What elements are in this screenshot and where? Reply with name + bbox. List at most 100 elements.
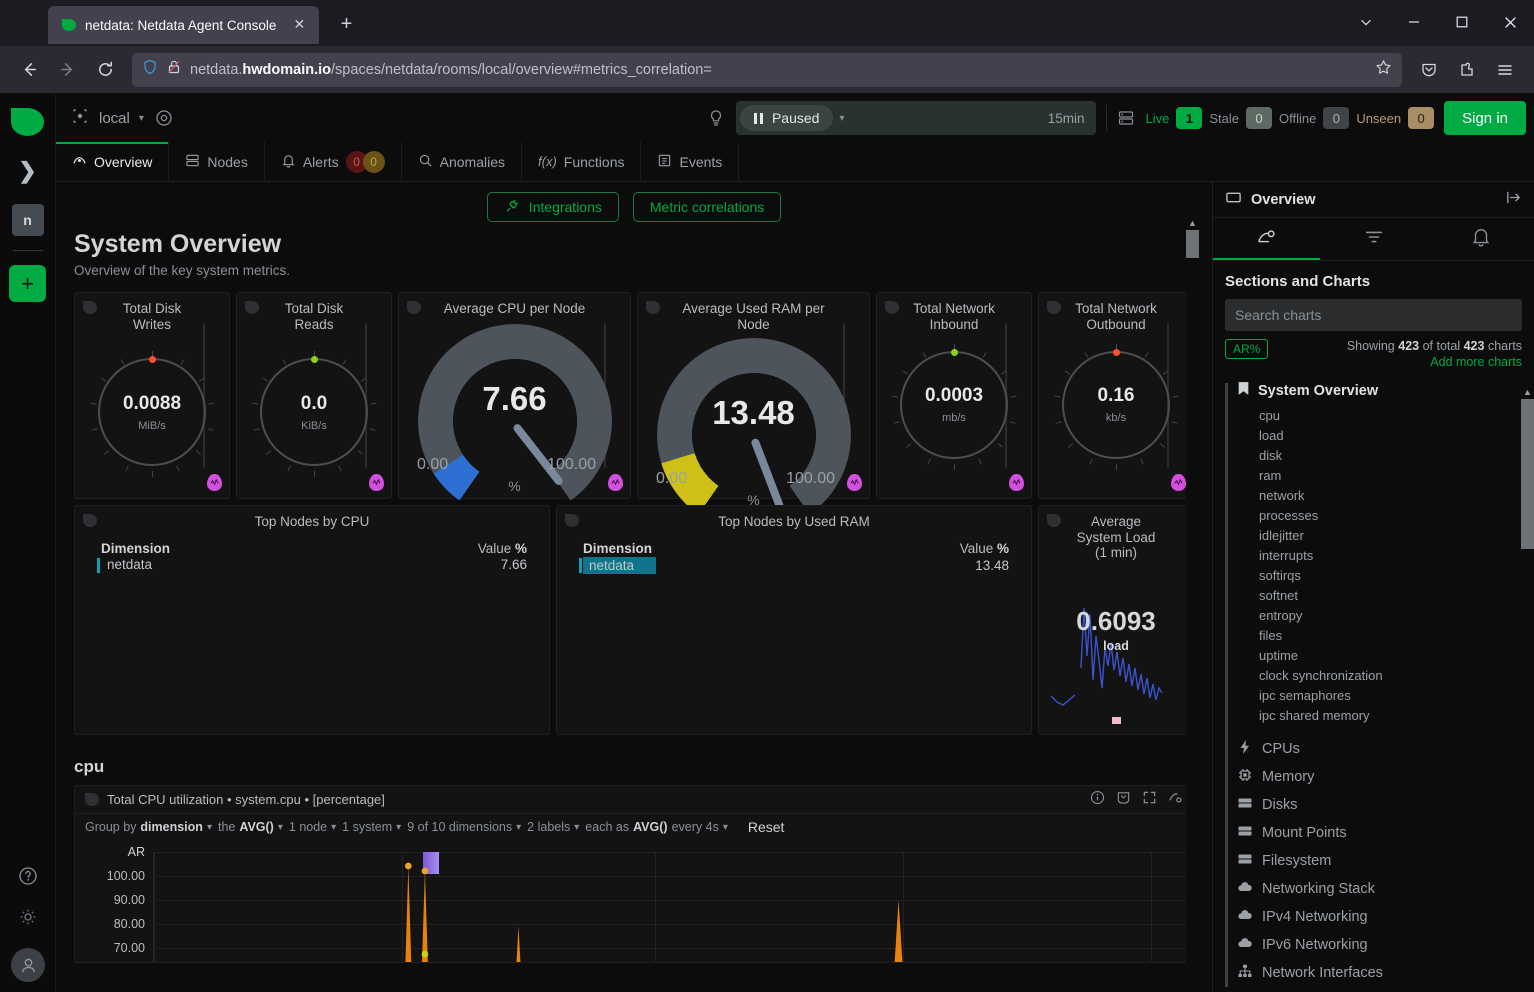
node-status-count[interactable]: 0 (1323, 107, 1349, 129)
metric-correlations-button[interactable]: Metric correlations (633, 192, 781, 222)
dimension-name[interactable]: netdata (583, 557, 656, 574)
tab-nodes[interactable]: Nodes (169, 142, 264, 181)
tree-category-network-interfaces[interactable]: Network Interfaces (1237, 959, 1522, 987)
table-row[interactable]: netdata 13.48 (561, 556, 1027, 574)
extensions-icon[interactable] (1448, 53, 1486, 87)
add-space-button[interactable]: + (9, 265, 46, 302)
time-range-label[interactable]: 15min (1048, 111, 1089, 126)
cpu-plot-area[interactable]: AR 100.00 90.00 80.00 70.00 (75, 840, 1193, 962)
tree-item-interrupts[interactable]: interrupts (1237, 545, 1522, 565)
tree-category-cpus[interactable]: CPUs (1237, 735, 1522, 763)
tree-group-system-overview[interactable]: System Overview (1237, 381, 1522, 400)
tree-item-softnet[interactable]: softnet (1237, 585, 1522, 605)
close-tab-icon[interactable]: ✕ (289, 15, 309, 35)
sign-in-button[interactable]: Sign in (1444, 101, 1526, 135)
tab-alerts[interactable]: Alerts 0 0 (265, 142, 402, 181)
netdata-badge-icon[interactable] (369, 474, 384, 491)
fullscreen-icon[interactable] (1142, 790, 1157, 810)
tree-item-uptime[interactable]: uptime (1237, 645, 1522, 665)
browser-tab[interactable]: netdata: Netdata Agent Console ✕ (48, 6, 319, 44)
tree-item-softirqs[interactable]: softirqs (1237, 565, 1522, 585)
help-icon[interactable] (18, 866, 38, 891)
add-more-charts-link[interactable]: Add more charts (1347, 355, 1522, 369)
tree-item-ipc-shared-memory[interactable]: ipc shared memory (1237, 705, 1522, 725)
gauge-card-total-disk-writes[interactable]: Total Disk Writes (74, 292, 230, 499)
tab-overview[interactable]: Overview (56, 142, 169, 181)
nodes-filter-control[interactable]: 1 node ▾ (289, 820, 336, 834)
pause-toggle-button[interactable]: Paused (740, 105, 833, 131)
scroll-up-arrow-icon[interactable]: ▲ (1521, 385, 1534, 399)
space-button-netdata[interactable]: n (12, 204, 44, 236)
reload-button[interactable] (86, 53, 124, 87)
tree-category-filesystem[interactable]: Filesystem (1237, 847, 1522, 875)
chart-type-icon[interactable] (1168, 790, 1183, 810)
search-charts-input[interactable] (1225, 299, 1522, 331)
tree-item-ipc-semaphores[interactable]: ipc semaphores (1237, 685, 1522, 705)
tree-category-disks[interactable]: Disks (1237, 791, 1522, 819)
tree-category-ipv6-networking[interactable]: IPv6 Networking (1237, 931, 1522, 959)
right-panel-scrollbar[interactable]: ▲ (1521, 385, 1534, 992)
netdata-badge-icon[interactable] (1009, 474, 1024, 491)
netdata-badge-icon[interactable] (847, 474, 862, 491)
tree-item-entropy[interactable]: entropy (1237, 605, 1522, 625)
room-picker[interactable]: local ▾ (70, 106, 144, 131)
netdata-badge-icon[interactable] (1171, 474, 1186, 491)
dashboard-scrollbar[interactable]: ▲ (1186, 216, 1199, 992)
tree-item-load[interactable]: load (1237, 425, 1522, 445)
systems-filter-control[interactable]: 1 system ▾ (342, 820, 401, 834)
load-legend-swatch[interactable] (1112, 717, 1121, 724)
time-player[interactable]: Paused ▾ 15min (736, 101, 1096, 135)
new-tab-button[interactable]: + (333, 12, 359, 38)
gauge-card-average-used-ram-per-node[interactable]: Average Used RAM per Node 13.48 % 0.00 1… (637, 292, 870, 499)
room-settings-icon[interactable] (154, 108, 174, 128)
info-icon[interactable] (1090, 790, 1105, 810)
tree-item-ram[interactable]: ram (1237, 465, 1522, 485)
tab-list-chevron-icon[interactable] (1342, 6, 1390, 38)
labels-filter-control[interactable]: 2 labels ▾ (527, 820, 579, 834)
scrollbar-thumb[interactable] (1186, 230, 1199, 258)
scrollbar-thumb[interactable] (1521, 399, 1534, 549)
tree-item-idlejitter[interactable]: idlejitter (1237, 525, 1522, 545)
tree-item-network[interactable]: network (1237, 485, 1522, 505)
gauge-card-total-network-inbound[interactable]: Total Network Inbound (876, 292, 1032, 499)
integrations-button[interactable]: Integrations (487, 192, 619, 222)
right-tab-charts[interactable] (1213, 218, 1320, 260)
play-options-chevron-icon[interactable]: ▾ (839, 113, 844, 124)
scroll-up-arrow-icon[interactable]: ▲ (1186, 216, 1199, 230)
netdata-badge-icon[interactable] (207, 474, 222, 491)
address-bar[interactable]: netdata.hwdomain.io/spaces/netdata/rooms… (132, 53, 1402, 87)
pocket-save-icon[interactable] (1410, 53, 1448, 87)
forward-button[interactable] (48, 53, 86, 87)
gauge-card-total-network-outbound[interactable]: Total Network Outbound (1038, 292, 1194, 499)
right-tab-filters[interactable] (1320, 218, 1427, 260)
netdata-badge-icon[interactable] (608, 474, 623, 491)
maximize-window-icon[interactable] (1438, 6, 1486, 38)
tree-item-files[interactable]: files (1237, 625, 1522, 645)
tab-anomalies[interactable]: Anomalies (402, 142, 522, 181)
node-status-count[interactable]: 0 (1246, 107, 1272, 129)
minimize-window-icon[interactable] (1390, 6, 1438, 38)
expand-rail-chevron-icon[interactable]: ❯ (18, 160, 36, 182)
insights-bulb-icon[interactable] (706, 108, 726, 128)
table-card-top-nodes-by-used-ram[interactable]: Top Nodes by Used RAM Dimension Value % … (556, 505, 1032, 735)
dimensions-filter-control[interactable]: 9 of 10 dimensions ▾ (407, 820, 521, 834)
reset-button[interactable]: Reset (748, 819, 785, 835)
lock-crossed-icon[interactable] (166, 59, 182, 80)
aggregation-control[interactable]: the AVG() ▾ (218, 820, 283, 834)
anomaly-rate-badge[interactable]: AR% (1225, 339, 1268, 359)
group-by-control[interactable]: Group by dimension ▾ (85, 820, 212, 834)
close-window-icon[interactable] (1486, 6, 1534, 38)
tree-item-processes[interactable]: processes (1237, 505, 1522, 525)
cpu-chart-card[interactable]: Total CPU utilization • system.cpu • [pe… (74, 785, 1194, 963)
right-tab-alerts[interactable] (1427, 218, 1534, 260)
tab-functions[interactable]: f(x) Functions (522, 142, 641, 181)
tree-category-networking-stack[interactable]: Networking Stack (1237, 875, 1522, 903)
download-icon[interactable] (1116, 790, 1131, 810)
table-row[interactable]: netdata 7.66 (79, 556, 545, 572)
nodes-stack-icon[interactable] (1117, 109, 1135, 127)
collapse-panel-icon[interactable] (1505, 189, 1522, 211)
netdata-logo-icon[interactable] (11, 108, 44, 136)
table-card-top-nodes-by-cpu[interactable]: Top Nodes by CPU Dimension Value % netda… (74, 505, 550, 735)
node-status-count[interactable]: 1 (1176, 107, 1202, 129)
tree-item-clock-synchronization[interactable]: clock synchronization (1237, 665, 1522, 685)
